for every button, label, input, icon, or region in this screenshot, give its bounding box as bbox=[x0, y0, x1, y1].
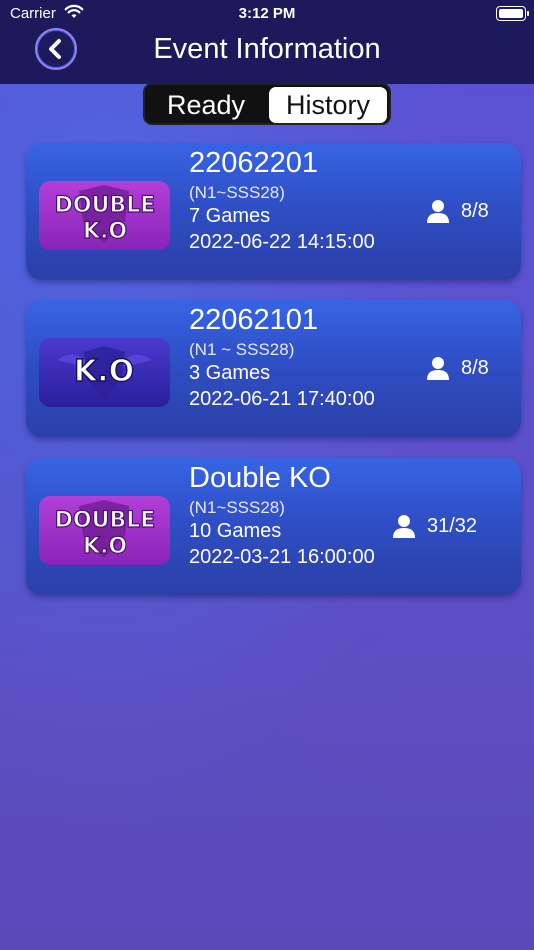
event-card[interactable]: DOUBLE K.O Double KO (N1~SSS28) 10 Games… bbox=[26, 458, 521, 595]
event-date: 2022-06-21 17:40:00 bbox=[189, 388, 375, 410]
event-level-range: (N1~SSS28) bbox=[189, 183, 285, 202]
ko-badge: K.O bbox=[39, 338, 170, 407]
event-level-range: (N1 ~ SSS28) bbox=[189, 340, 295, 359]
event-games: 3 Games bbox=[189, 362, 271, 384]
tab-history[interactable]: History bbox=[269, 87, 387, 123]
badge-text-line1: K.O bbox=[74, 354, 134, 389]
player-count: 31/32 bbox=[393, 514, 477, 538]
event-date: 2022-06-22 14:15:00 bbox=[189, 231, 375, 253]
event-level-range: (N1~SSS28) bbox=[189, 498, 285, 517]
event-title: 22062101 bbox=[189, 304, 319, 336]
status-bar: Carrier 3:12 PM bbox=[0, 0, 534, 28]
double-ko-badge: DOUBLE K.O bbox=[39, 181, 170, 250]
event-games: 10 Games bbox=[189, 520, 282, 542]
tab-ready[interactable]: Ready bbox=[151, 87, 261, 123]
badge-text-line2: K.O bbox=[83, 219, 127, 244]
badge-text-line1: DOUBLE bbox=[55, 193, 156, 218]
badge-text-line2: K.O bbox=[83, 534, 127, 559]
person-icon bbox=[393, 515, 415, 538]
badge-text-line1: DOUBLE bbox=[55, 508, 156, 533]
player-count-text: 8/8 bbox=[461, 356, 489, 379]
person-icon bbox=[427, 200, 449, 223]
event-title: Double KO bbox=[189, 462, 331, 494]
person-icon bbox=[427, 357, 449, 380]
player-count-text: 8/8 bbox=[461, 199, 489, 222]
event-title: 22062201 bbox=[189, 147, 319, 179]
player-count-text: 31/32 bbox=[427, 514, 478, 537]
battery-icon bbox=[496, 6, 529, 21]
player-count: 8/8 bbox=[427, 356, 489, 380]
event-card[interactable]: DOUBLE K.O 22062201 (N1~SSS28) 7 Games 2… bbox=[26, 143, 521, 280]
event-games: 7 Games bbox=[189, 205, 271, 227]
clock: 3:12 PM bbox=[238, 5, 296, 22]
double-ko-badge: DOUBLE K.O bbox=[39, 496, 170, 565]
player-count: 8/8 bbox=[427, 199, 489, 223]
page-title: Event Information bbox=[153, 33, 381, 65]
status-segmented-control: Ready History bbox=[143, 83, 391, 125]
top-bar: Carrier 3:12 PM Event Information bbox=[0, 0, 534, 84]
event-date: 2022-03-21 16:00:00 bbox=[189, 546, 375, 568]
event-card[interactable]: K.O 22062101 (N1 ~ SSS28) 3 Games 2022-0… bbox=[26, 300, 521, 437]
